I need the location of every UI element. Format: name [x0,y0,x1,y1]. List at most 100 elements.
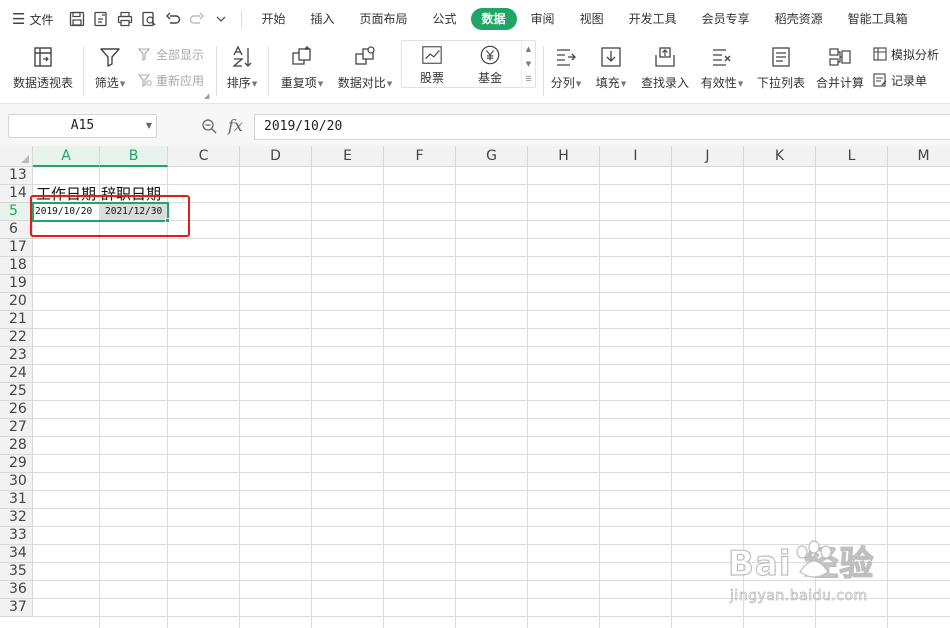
row-header[interactable]: 5 [0,203,33,221]
column-header-j[interactable]: J [672,146,744,167]
dialog-launcher-icon[interactable]: ◢ [204,92,209,100]
row-header[interactable]: 29 [0,455,33,473]
sort-button[interactable]: 排序▼ [222,42,262,91]
fund-button[interactable]: 基金 [465,44,515,86]
save-button[interactable] [65,7,89,31]
column-header-h[interactable]: H [528,146,600,167]
column-header-b[interactable]: B [100,146,168,167]
tab-0[interactable]: 开始 [250,8,296,30]
row-header[interactable]: 35 [0,563,33,581]
row-header[interactable]: 25 [0,383,33,401]
column-header-f[interactable]: F [384,146,456,167]
row-header[interactable]: 33 [0,527,33,545]
chevron-up-icon[interactable]: ▲ [526,45,531,53]
row-header[interactable]: 18 [0,257,33,275]
select-all-corner[interactable] [0,146,33,167]
export-pdf-button[interactable] [89,7,113,31]
duplicates-button[interactable]: 重复项▼ [276,42,328,91]
tab-1[interactable]: 插入 [299,8,345,30]
row-header[interactable]: 17 [0,239,33,257]
print-preview-button[interactable] [137,7,161,31]
fill-down-icon [601,47,621,67]
column-header-e[interactable]: E [312,146,384,167]
gallery-scroll[interactable]: ▲ ▼ ☰ [521,41,535,87]
row-header[interactable]: 20 [0,293,33,311]
chevron-down-icon[interactable]: ▼ [526,60,531,68]
column-header-i[interactable]: I [600,146,672,167]
row-header[interactable]: 32 [0,509,33,527]
row-header[interactable]: 23 [0,347,33,365]
row-header[interactable]: 30 [0,473,33,491]
row-header[interactable]: 24 [0,365,33,383]
row-header[interactable]: 14 [0,185,33,203]
stock-chart-icon [422,46,442,64]
lookup-entry-button[interactable]: 查找录入 [638,42,692,91]
row-header[interactable]: 26 [0,401,33,419]
row-header[interactable]: 28 [0,437,33,455]
data-validity-button[interactable]: 有效性▼ [698,42,746,91]
row-header[interactable]: 21 [0,311,33,329]
data-compare-button[interactable]: 数据对比▼ [334,42,396,91]
row-header[interactable]: 36 [0,581,33,599]
reapply-button[interactable]: 重新应用 [138,70,204,90]
zoom-icon[interactable] [201,118,217,134]
row-header[interactable]: 34 [0,545,33,563]
row-gridline [33,526,950,527]
column-header-c[interactable]: C [168,146,240,167]
row-header[interactable]: 37 [0,599,33,617]
file-menu[interactable]: ☰ 文件 [0,7,59,31]
tab-7[interactable]: 开发工具 [618,8,688,30]
column-gridline [383,167,384,628]
column-gridline [671,167,672,628]
print-button[interactable] [113,7,137,31]
tab-8[interactable]: 会员专享 [691,8,761,30]
customize-quick-access-button[interactable] [209,7,233,31]
row-header[interactable]: 22 [0,329,33,347]
tab-5[interactable]: 审阅 [520,8,566,30]
column-header-l[interactable]: L [816,146,888,167]
column-header-k[interactable]: K [744,146,816,167]
record-form-button[interactable]: 记录单 [873,70,927,90]
stock-button[interactable]: 股票 [407,44,457,86]
undo-button[interactable] [161,7,185,31]
record-form-icon [873,73,887,87]
row-gridline [33,490,950,491]
consolidate-button[interactable]: 合并计算 [812,42,868,91]
formula-input[interactable]: 2019/10/20 [254,114,950,140]
row-header[interactable]: 31 [0,491,33,509]
tab-4[interactable]: 数据 [470,8,517,30]
yuan-coin-icon [480,45,500,65]
duplicates-icon [292,46,311,65]
row-header[interactable]: 19 [0,275,33,293]
split-column-button[interactable]: 分列▼ [548,42,584,91]
redo-button[interactable] [185,7,209,31]
row-gridline [33,508,950,509]
fill-button[interactable]: 填充▼ [592,42,630,91]
split-column-label: 分列 [550,76,575,90]
caret-down-icon[interactable]: ▼ [146,115,152,137]
caret-down-icon: ▼ [251,79,258,88]
tab-3[interactable]: 公式 [422,8,468,30]
row-gridline [33,418,950,419]
more-icon[interactable]: ☰ [525,75,531,83]
filter-button[interactable]: 筛选▼ [90,42,130,91]
what-if-analysis-button[interactable]: 模拟分析 [873,44,939,64]
fx-icon[interactable]: fx [228,116,243,135]
dropdown-list-button[interactable]: 下拉列表 [754,42,808,91]
show-all-button[interactable]: 全部显示 [138,44,204,64]
tab-2[interactable]: 页面布局 [349,8,419,30]
column-header-m[interactable]: M [888,146,950,167]
column-header-a[interactable]: A [33,146,100,167]
row-gridline [33,472,950,473]
tab-9[interactable]: 稻壳资源 [764,8,834,30]
name-box[interactable]: A15 ▼ [8,114,157,138]
row-header[interactable]: 6 [0,221,33,239]
column-header-d[interactable]: D [240,146,312,167]
column-header-g[interactable]: G [456,146,528,167]
row-header[interactable]: 13 [0,167,33,185]
pivot-table-button[interactable]: 数据透视表 [10,42,76,91]
tab-10[interactable]: 智能工具箱 [837,8,919,30]
row-header[interactable]: 27 [0,419,33,437]
tab-6[interactable]: 视图 [569,8,615,30]
show-all-label: 全部显示 [156,47,205,62]
